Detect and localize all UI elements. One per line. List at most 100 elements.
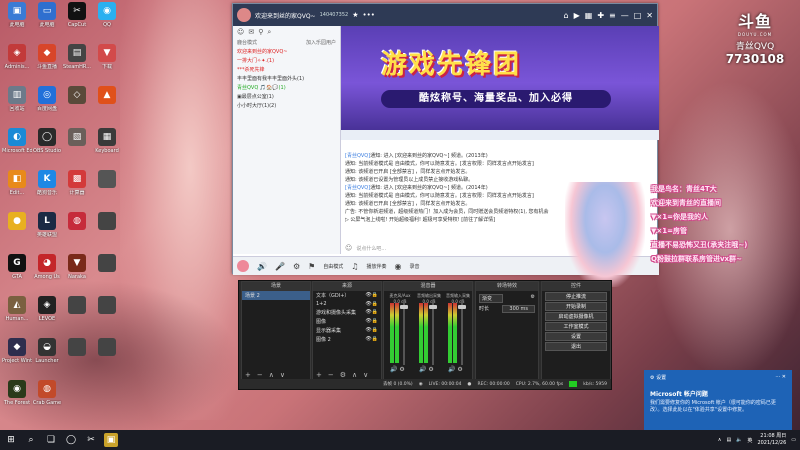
desktop-icon[interactable]: ▭ 此电脑 bbox=[32, 2, 62, 28]
duration-input[interactable]: 300 ms bbox=[502, 305, 535, 313]
desktop-icon[interactable] bbox=[62, 338, 92, 358]
channel-tree-item[interactable]: 丰丰里面有我丰丰里面外头(1) bbox=[233, 74, 340, 83]
source-item[interactable]: 游戏和摄像头采集 👁🔒 bbox=[313, 308, 381, 317]
desktop-icon[interactable]: ▤ SteamHR... bbox=[62, 44, 92, 70]
search-icon[interactable]: ⌕ bbox=[24, 433, 38, 447]
scene-item[interactable]: 场景 2 bbox=[242, 291, 310, 300]
desktop-icon[interactable]: ◯ OBS Studio bbox=[32, 128, 62, 154]
clock[interactable]: 21:08 周日 2021/12/26 bbox=[757, 433, 786, 447]
desktop-icon[interactable] bbox=[92, 296, 122, 316]
mixer-channel[interactable]: 音频输出采集 0.0 dB 🔊 ⚙ bbox=[417, 293, 441, 373]
video-icon[interactable]: ▶ bbox=[574, 11, 580, 20]
fader-knob[interactable] bbox=[458, 305, 466, 309]
minimize-icon[interactable]: — bbox=[621, 11, 629, 20]
controls-pane[interactable]: 控件 停止推流 开始录制 启动虚拟摄像机 工作室模式 设置 退出 bbox=[541, 281, 611, 381]
obs-control-button[interactable]: 开始录制 bbox=[545, 302, 607, 311]
comment-icon[interactable]: ✉ bbox=[248, 28, 254, 36]
desktop-icon[interactable]: G GTA bbox=[2, 254, 32, 280]
chevron-up-icon[interactable]: ∧ bbox=[718, 437, 722, 443]
channel-tree-item[interactable]: 青丝QVQ 🎵🏠💬(1) bbox=[233, 83, 340, 92]
emoji-icon[interactable]: ☺ bbox=[345, 244, 352, 252]
visibility-lock-icon[interactable]: 👁🔒 bbox=[365, 336, 378, 343]
maximize-icon[interactable]: □ bbox=[634, 11, 642, 20]
visibility-lock-icon[interactable]: 👁🔒 bbox=[365, 309, 378, 316]
channel-tree-item[interactable]: ▣最层点公室(1) bbox=[233, 92, 340, 101]
source-item[interactable]: 1+2 👁🔒 bbox=[313, 300, 381, 308]
visibility-lock-icon[interactable]: 👁🔒 bbox=[365, 292, 378, 299]
volume-fader[interactable] bbox=[461, 301, 463, 365]
home-icon[interactable]: ⌂ bbox=[564, 11, 569, 20]
network-icon[interactable]: ▤ bbox=[726, 437, 731, 443]
task-view-icon[interactable]: ❏ bbox=[44, 433, 58, 447]
desktop-icon[interactable]: ▣ 此电脑 bbox=[2, 2, 32, 28]
desktop-icon[interactable]: ▧ bbox=[62, 128, 92, 148]
down-icon[interactable]: ∨ bbox=[280, 371, 285, 379]
search-icon[interactable]: ⌕ bbox=[267, 28, 271, 36]
sources-pane[interactable]: 来源 文本（GDI+） 👁🔒 1+2 👁🔒 游戏和摄像头采集 👁🔒 图像 👁🔒 显示器采集 👁🔒 图… bbox=[312, 281, 382, 381]
transition-select[interactable]: 渐变 bbox=[479, 294, 504, 303]
up-icon[interactable]: ∧ bbox=[352, 371, 357, 379]
scenes-pane[interactable]: 场景 场景 2 + − ∧ ∨ bbox=[241, 281, 311, 381]
notification-center-icon[interactable]: ▭ bbox=[791, 437, 796, 443]
channel-tree-item[interactable]: 小小时大厅(1)(2) bbox=[233, 101, 340, 110]
desktop-icon[interactable]: ◐ Microsoft Edge bbox=[2, 128, 32, 154]
music-icon[interactable]: ♫ bbox=[351, 262, 358, 271]
game-icon[interactable]: ✚ bbox=[597, 11, 604, 20]
visibility-lock-icon[interactable]: 👁🔒 bbox=[365, 301, 378, 307]
channel-tree-item[interactable]: ***杀死先锋 bbox=[233, 65, 340, 74]
record-button[interactable]: 录音 bbox=[409, 263, 419, 270]
desktop-icon[interactable] bbox=[92, 170, 122, 190]
ime-indicator[interactable]: 英 bbox=[747, 437, 752, 444]
channel-avatar[interactable] bbox=[237, 8, 251, 22]
desktop-icon[interactable] bbox=[92, 338, 122, 358]
desktop-icon[interactable]: ◉ QQ bbox=[92, 2, 122, 28]
start-icon[interactable]: ⊞ bbox=[4, 433, 18, 447]
mode-icon[interactable]: ⚑ bbox=[308, 262, 315, 271]
desktop-icon[interactable]: ▲ bbox=[92, 86, 122, 106]
volume-icon[interactable]: 🔈 bbox=[736, 437, 742, 443]
play-accompaniment-button[interactable]: 播放伴奏 bbox=[366, 263, 386, 270]
desktop-icon[interactable] bbox=[62, 296, 92, 316]
obs-control-button[interactable]: 设置 bbox=[545, 332, 607, 341]
self-avatar[interactable] bbox=[237, 260, 249, 272]
desktop-icon[interactable]: ◕ Among Us bbox=[32, 254, 62, 280]
app-taskbar-icon[interactable]: ▣ bbox=[104, 433, 118, 447]
desktop-icon[interactable]: ◇ bbox=[62, 86, 92, 106]
source-item[interactable]: 文本（GDI+） 👁🔒 bbox=[313, 291, 381, 300]
fader-knob[interactable] bbox=[429, 305, 437, 309]
menu-icon[interactable]: ≡ bbox=[609, 11, 616, 20]
channel-tree[interactable]: ☺ ✉ ⚲ ⌕ 鹿台模式 加入乐园用户 欢迎来到丝的家QVQ~ 一排大门✧✦.(1… bbox=[233, 26, 341, 254]
chat-input[interactable]: 说点什么吧... bbox=[356, 245, 386, 252]
free-mode-button[interactable]: 自由模式 bbox=[323, 263, 343, 270]
desktop-icon[interactable] bbox=[92, 212, 122, 232]
desktop-icon[interactable]: ▦ Keyboard bbox=[92, 128, 122, 154]
gear-icon[interactable]: ⚙ bbox=[340, 371, 346, 379]
chat-titlebar[interactable]: 欢迎来到丝的家QVQ~ 140407352 ★ ••• ⌂ ▶ ▦ ✚ ≡ — … bbox=[233, 4, 657, 26]
desktop-icon[interactable]: ▼ 下载 bbox=[92, 44, 122, 70]
capcut-taskbar-icon[interactable]: ✂ bbox=[84, 433, 98, 447]
mic-icon[interactable]: 🎤 bbox=[275, 262, 285, 271]
down-icon[interactable]: ∨ bbox=[363, 371, 368, 379]
add-icon[interactable]: + bbox=[316, 371, 322, 379]
desktop-icon[interactable]: ▥ 回收站 bbox=[2, 86, 32, 112]
record-icon[interactable]: ◉ bbox=[394, 262, 401, 271]
channel-tree-item[interactable]: 一排大门✧✦.(1) bbox=[233, 56, 340, 65]
source-item[interactable]: 图像 👁🔒 bbox=[313, 317, 381, 326]
source-item[interactable]: 图像 2 👁🔒 bbox=[313, 335, 381, 344]
obs-taskbar-icon[interactable]: ◯ bbox=[64, 433, 78, 447]
obs-control-button[interactable]: 停止推流 bbox=[545, 292, 607, 301]
user-icon[interactable]: ☺ bbox=[237, 28, 244, 36]
mixer-channel[interactable]: 麦克风/Aux 0.0 dB 🔊 ⚙ bbox=[388, 293, 412, 373]
star-icon[interactable]: ★ bbox=[352, 11, 358, 19]
fader-knob[interactable] bbox=[400, 305, 408, 309]
desktop-icon[interactable]: ◭ Human... bbox=[2, 296, 32, 322]
visibility-lock-icon[interactable]: 👁🔒 bbox=[365, 318, 378, 325]
join-hint[interactable]: 加入乐园用户 bbox=[306, 39, 336, 46]
toast-notification[interactable]: ⚙ 设置 ··· ✕ Microsoft 帐户问题 我们需要修复你的 Micro… bbox=[644, 370, 792, 430]
promo-banner[interactable]: 游戏先锋团 酷炫称号、海量奖品、加入必得 bbox=[341, 26, 659, 140]
volume-fader[interactable] bbox=[432, 301, 434, 365]
desktop-icon[interactable]: ◍ Crab Game bbox=[32, 380, 62, 406]
desktop-icon[interactable]: ● bbox=[2, 212, 32, 232]
source-item[interactable]: 显示器采集 👁🔒 bbox=[313, 326, 381, 335]
mixer-channel[interactable]: 音频输入采集 0.0 dB 🔊 ⚙ bbox=[446, 293, 470, 373]
